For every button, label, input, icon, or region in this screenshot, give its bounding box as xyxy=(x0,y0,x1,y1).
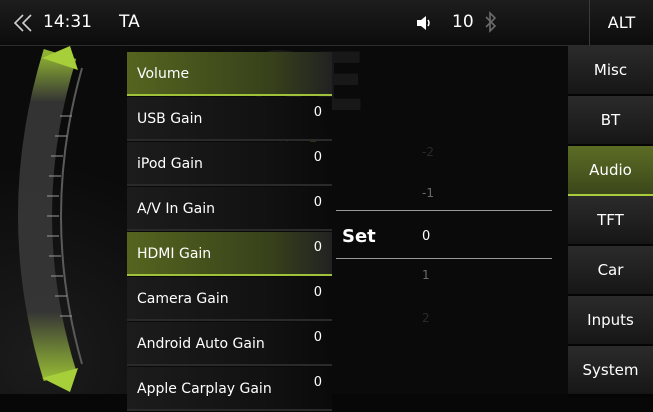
tab-misc[interactable]: Misc xyxy=(568,46,653,97)
list-item-value: 0 xyxy=(313,195,322,210)
settings-tabs: Misc BT Audio TFT Car Inputs System xyxy=(568,46,653,397)
list-item-value: 0 xyxy=(313,240,322,255)
list-item-value: 0 xyxy=(313,105,322,120)
tab-car[interactable]: Car xyxy=(568,246,653,297)
list-item-label: A/V In Gain xyxy=(137,201,215,217)
list-item-android-auto-gain[interactable]: Android Auto Gain 0 xyxy=(127,322,332,366)
decorative-arc xyxy=(0,46,128,394)
alt-button[interactable]: ALT xyxy=(590,0,653,45)
list-item-label: iPod Gain xyxy=(137,156,203,172)
speaker-icon xyxy=(417,16,430,30)
tab-inputs[interactable]: Inputs xyxy=(568,296,653,347)
tab-system[interactable]: System xyxy=(568,346,653,397)
gain-list: Volume USB Gain 0 iPod Gain 0 A/V In Gai… xyxy=(127,52,332,412)
tab-audio[interactable]: Audio xyxy=(568,146,653,197)
list-item-ipod-gain[interactable]: iPod Gain 0 xyxy=(127,142,332,186)
tab-tft[interactable]: TFT xyxy=(568,196,653,247)
list-item-label: Android Auto Gain xyxy=(137,336,265,352)
list-item-hdmi-gain[interactable]: HDMI Gain 0 xyxy=(127,232,332,276)
list-item-value: 0 xyxy=(313,330,322,345)
list-item-usb-gain[interactable]: USB Gain 0 xyxy=(127,97,332,141)
audio-source[interactable]: TA xyxy=(119,12,140,32)
picker-option[interactable]: 1 xyxy=(422,268,430,282)
list-item-label: Camera Gain xyxy=(137,291,229,307)
volume-level: 10 xyxy=(452,12,474,32)
list-item-label: USB Gain xyxy=(137,111,203,127)
list-item-label: Volume xyxy=(137,66,190,82)
list-item-label: HDMI Gain xyxy=(137,246,212,262)
picker-bottom-line xyxy=(336,258,552,259)
list-item-value: 0 xyxy=(313,375,322,390)
set-label: Set xyxy=(342,226,376,247)
back-chevron-icon[interactable] xyxy=(12,12,34,34)
clock: 14:31 xyxy=(43,12,92,32)
list-item-apple-carplay-gain[interactable]: Apple Carplay Gain 0 xyxy=(127,367,332,411)
list-item-label: Apple Carplay Gain xyxy=(137,381,272,397)
list-item-camera-gain[interactable]: Camera Gain 0 xyxy=(127,277,332,321)
bluetooth-icon xyxy=(485,11,497,33)
list-item-av-in-gain[interactable]: A/V In Gain 0 xyxy=(127,187,332,231)
scale-arc-graphic xyxy=(18,46,83,392)
picker-option[interactable]: 2 xyxy=(422,311,430,325)
picker-top-line xyxy=(336,210,552,211)
picker-option[interactable]: -2 xyxy=(422,145,434,159)
list-item-value: 0 xyxy=(313,285,322,300)
head-unit-screen: 14:31 TA 10 ALT Volume USB Gain 0 iPod G… xyxy=(0,0,653,411)
list-item-volume[interactable]: Volume xyxy=(127,52,332,96)
picker-option[interactable]: -1 xyxy=(422,186,434,200)
list-item-value: 0 xyxy=(313,150,322,165)
picker-option-selected[interactable]: 0 xyxy=(422,229,430,244)
tab-bt[interactable]: BT xyxy=(568,96,653,147)
